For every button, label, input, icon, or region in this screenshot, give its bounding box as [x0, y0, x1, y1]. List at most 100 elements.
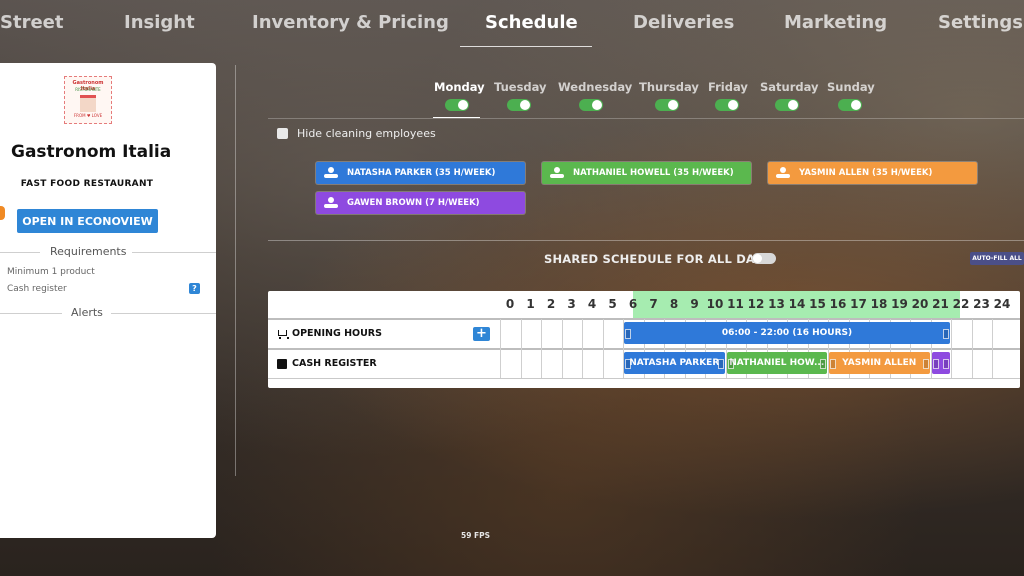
day-toggle-monday[interactable] — [445, 99, 469, 111]
day-toggle-tuesday[interactable] — [507, 99, 531, 111]
hide-cleaning-checkbox[interactable] — [277, 128, 288, 139]
employee-label: NATASHA PARKER (35 H/WEEK) — [347, 168, 496, 178]
requirements-title: Requirements — [50, 245, 127, 258]
resize-handle-left[interactable] — [830, 359, 836, 369]
grid-line — [268, 378, 1020, 379]
hide-cleaning-label: Hide cleaning employees — [297, 127, 436, 140]
resize-handle-left[interactable] — [625, 359, 631, 369]
day-toggle-saturday[interactable] — [775, 99, 799, 111]
day-tab-tuesday[interactable]: Tuesday — [494, 80, 547, 111]
hour-label: 10 — [706, 297, 724, 311]
hour-label: 21 — [932, 297, 949, 311]
hour-label: 13 — [768, 297, 785, 311]
day-toggle-thursday[interactable] — [655, 99, 679, 111]
employee-chip[interactable]: YASMIN ALLEN (35 H/WEEK) — [768, 162, 977, 184]
tab-settings[interactable]: Settings — [938, 12, 1023, 33]
shared-schedule-label: SHARED SCHEDULE FOR ALL DAYS — [544, 252, 771, 266]
requirement-item: Cash register — [7, 284, 67, 294]
resize-handle-left[interactable] — [932, 359, 939, 369]
business-type: FAST FOOD RESTAURANT — [20, 179, 154, 189]
resize-handle-left[interactable] — [625, 329, 631, 339]
day-label: Tuesday — [494, 80, 547, 94]
hour-label: 1 — [526, 297, 535, 311]
tab-deliveries[interactable]: Deliveries — [633, 12, 734, 33]
employee-icon — [776, 167, 790, 179]
tab-insight[interactable]: Insight — [124, 12, 195, 33]
shift-bar[interactable]: NATHANIEL HOW... — [726, 352, 827, 374]
hour-label: 8 — [669, 297, 679, 311]
row-label-cash-register: CASH REGISTER — [277, 358, 377, 369]
hour-label: 0 — [505, 297, 515, 311]
hour-label: 18 — [870, 297, 888, 311]
day-label: Monday — [434, 80, 485, 94]
resize-handle-right[interactable] — [922, 359, 929, 369]
fps-counter: 59 FPS — [461, 531, 491, 540]
row-label-text: CASH REGISTER — [292, 358, 377, 369]
shift-bar[interactable]: YASMIN ALLEN — [829, 352, 930, 374]
day-label: Saturday — [760, 80, 819, 94]
shift-label: NATHANIEL HOW... — [729, 358, 825, 368]
cash-register-icon — [277, 358, 287, 369]
employee-label: YASMIN ALLEN (35 H/WEEK) — [799, 168, 933, 178]
hour-label: 15 — [809, 297, 826, 311]
resize-handle-right[interactable] — [717, 359, 724, 369]
resize-handle-left[interactable] — [727, 359, 734, 369]
day-tab-monday[interactable]: Monday — [434, 80, 485, 111]
open-in-econoview-button[interactable]: OPEN IN ECONOVIEW — [17, 209, 158, 233]
shift-label: NATASHA PARKER — [629, 358, 720, 368]
shared-schedule-toggle[interactable] — [752, 253, 776, 264]
section-divider — [268, 240, 1024, 241]
shop-stand-icon — [80, 95, 96, 112]
day-tab-saturday[interactable]: Saturday — [760, 80, 819, 111]
resize-handle-right[interactable] — [820, 359, 826, 369]
shift-label: YASMIN ALLEN — [842, 358, 917, 368]
add-opening-hours-button[interactable]: + — [473, 327, 490, 341]
cart-icon — [277, 329, 289, 339]
resize-handle-right[interactable] — [943, 329, 949, 339]
hour-label: 24 — [993, 297, 1011, 311]
day-label: Sunday — [827, 80, 875, 94]
employee-label: NATHANIEL HOWELL (35 H/WEEK) — [573, 168, 734, 178]
requirement-item: Minimum 1 product — [7, 267, 95, 277]
auto-fill-all-button[interactable]: AUTO-FILL ALL — [970, 252, 1024, 265]
grid-cell-line — [602, 319, 604, 378]
employee-icon — [324, 167, 338, 179]
opening-hours-bar[interactable]: 06:00 - 22:00 (16 HOURS) — [624, 322, 950, 344]
logo-subtitle: RISTORANTE — [75, 87, 101, 92]
tab-inventory-pricing[interactable]: Inventory & Pricing — [252, 12, 449, 33]
day-toggle-wednesday[interactable] — [579, 99, 603, 111]
grid-cell-line — [971, 319, 973, 378]
employee-chip[interactable]: NATHANIEL HOWELL (35 H/WEEK) — [542, 162, 751, 184]
employee-chip[interactable]: GAWEN BROWN (7 H/WEEK) — [316, 192, 525, 214]
hour-label: 6 — [628, 297, 638, 311]
tab-schedule[interactable]: Schedule — [485, 12, 578, 33]
shift-bar[interactable] — [931, 352, 950, 374]
grid-cell-line — [582, 319, 583, 378]
grid-cell-line — [520, 319, 522, 378]
tab-street[interactable]: Street — [0, 12, 63, 33]
shift-bar[interactable]: NATASHA PARKER — [624, 352, 725, 374]
row-label-opening-hours: OPENING HOURS — [277, 328, 382, 339]
day-tab-wednesday[interactable]: Wednesday — [558, 80, 632, 111]
section-divider — [268, 118, 1024, 119]
opening-hours-text: 06:00 - 22:00 (16 HOURS) — [721, 328, 853, 338]
hour-label: 19 — [891, 297, 908, 311]
day-tab-friday[interactable]: Friday — [708, 80, 748, 111]
day-toggle-sunday[interactable] — [838, 99, 862, 111]
business-name: Gastronom Italia — [11, 142, 172, 162]
employee-chip[interactable]: NATASHA PARKER (35 H/WEEK) — [316, 162, 525, 184]
help-icon[interactable]: ? — [189, 283, 200, 294]
tab-marketing[interactable]: Marketing — [784, 12, 887, 33]
grid-cell-line — [951, 319, 952, 378]
resize-handle-right[interactable] — [943, 359, 949, 369]
employee-icon — [550, 167, 564, 179]
employee-label: GAWEN BROWN (7 H/WEEK) — [347, 198, 480, 208]
grid-cell-line — [541, 319, 542, 378]
hour-label: 9 — [690, 297, 699, 311]
hour-label: 17 — [850, 297, 867, 311]
hour-label: 5 — [608, 297, 617, 311]
day-tab-sunday[interactable]: Sunday — [827, 80, 875, 111]
day-toggle-friday[interactable] — [715, 99, 739, 111]
alerts-header: Alerts — [0, 306, 216, 320]
day-tab-thursday[interactable]: Thursday — [639, 80, 699, 111]
